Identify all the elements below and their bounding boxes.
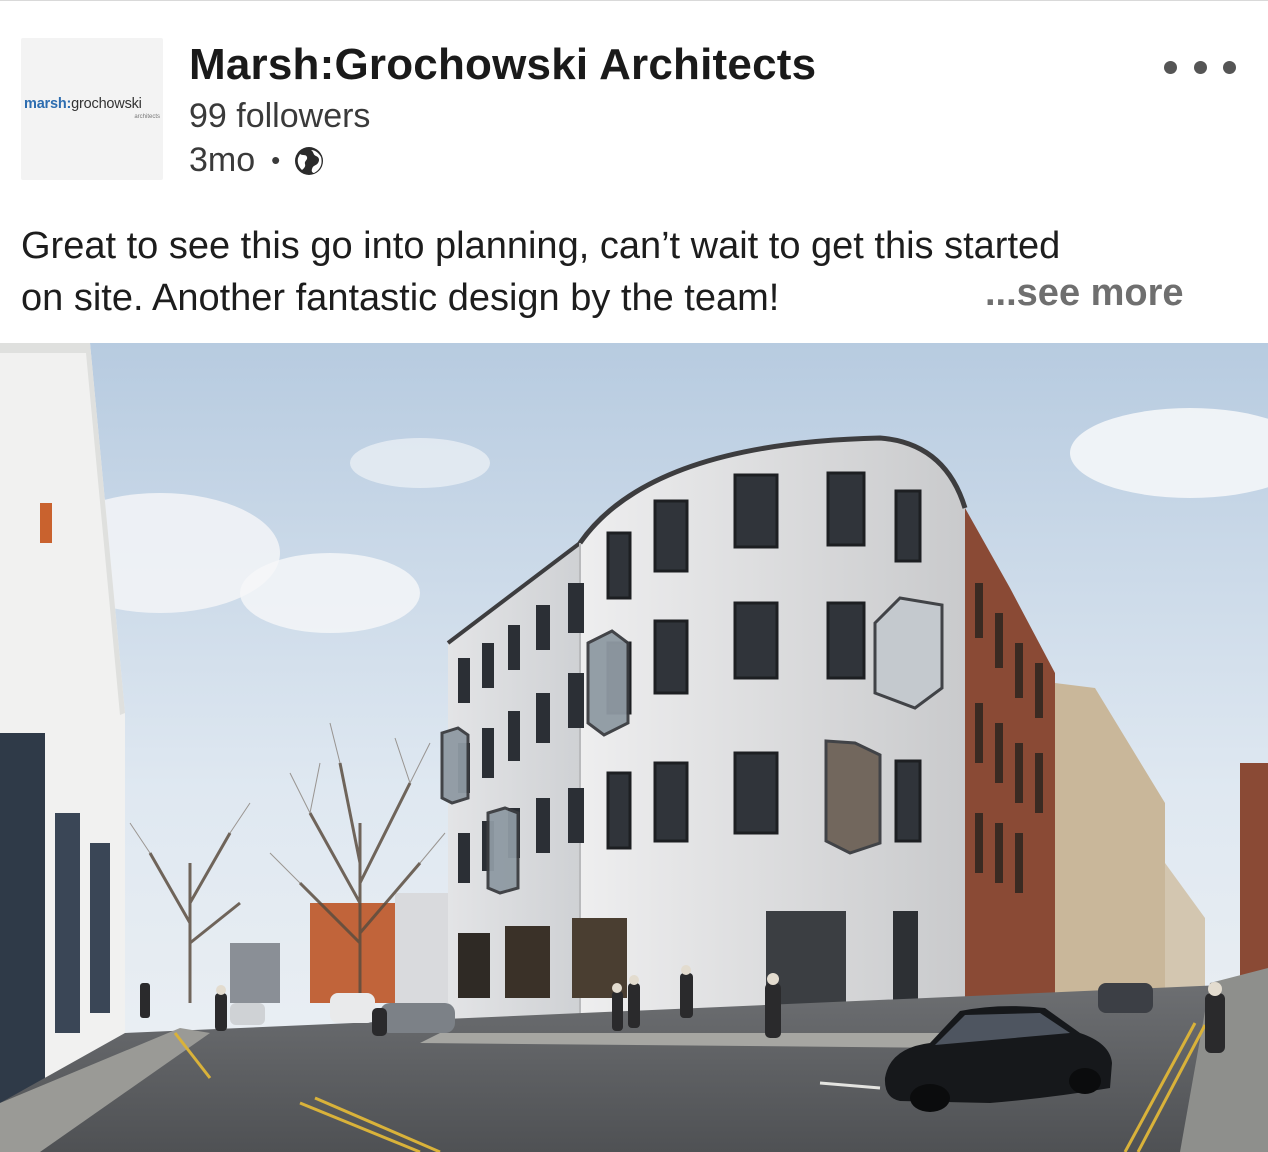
post-header: marsh:grochowski architects Marsh:Grocho…	[0, 0, 1268, 195]
see-more-link[interactable]: ...see more	[985, 272, 1184, 315]
post-meta: 3mo •	[189, 141, 324, 180]
company-logo[interactable]: marsh:grochowski architects	[21, 38, 163, 180]
meta-separator: •	[271, 145, 281, 175]
company-name[interactable]: Marsh:Grochowski Architects	[189, 40, 816, 90]
post-image[interactable]	[0, 343, 1268, 1152]
post-text-line: Great to see this go into planning, can’…	[21, 225, 1061, 267]
logo-subtitle: architects	[134, 114, 160, 120]
post-timestamp: 3mo	[189, 141, 256, 179]
follower-count: 99 followers	[189, 97, 371, 135]
globe-icon	[294, 146, 324, 176]
more-options-icon[interactable]	[1164, 48, 1236, 86]
logo-wordmark: marsh:grochowski	[24, 96, 142, 112]
